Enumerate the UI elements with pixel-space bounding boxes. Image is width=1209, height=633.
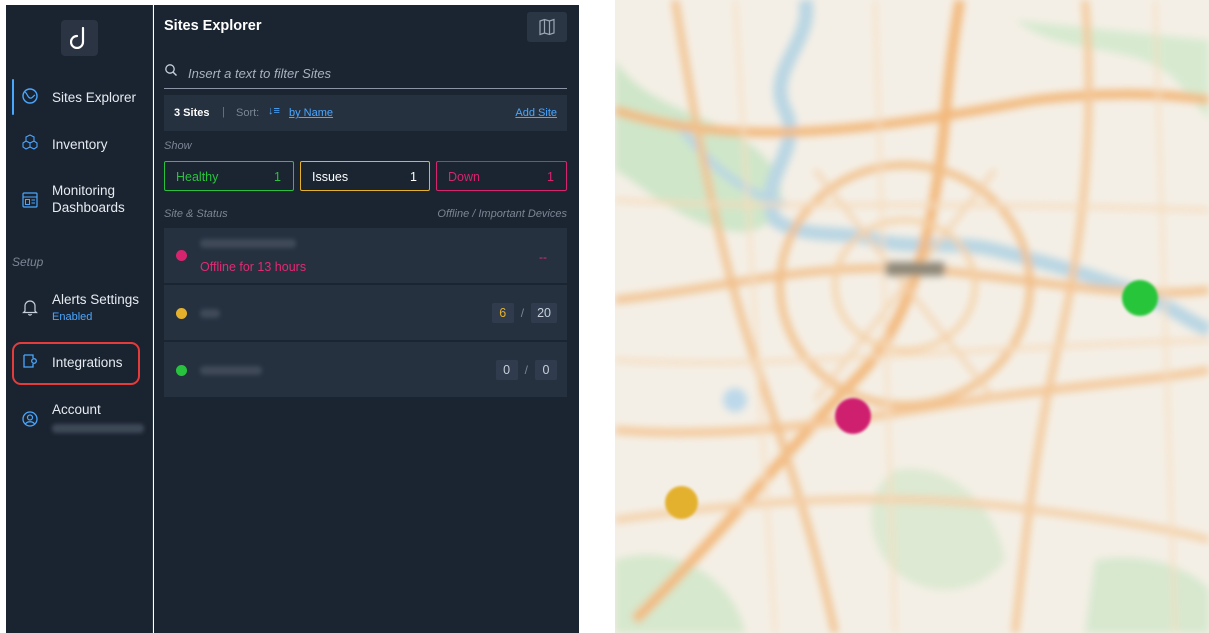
- column-header-devices: Offline / Important Devices: [437, 208, 567, 220]
- filter-label: Issues: [312, 170, 349, 184]
- account-label: Account: [52, 402, 101, 417]
- site-name-redacted: [200, 366, 262, 375]
- nav-item-integrations[interactable]: Integrations: [6, 352, 153, 372]
- account-name-redacted: [52, 424, 144, 433]
- nav-item-label: Inventory: [52, 137, 108, 152]
- logo-icon: [70, 27, 85, 49]
- nav-item-account[interactable]: Account: [6, 401, 153, 435]
- nav-item-label-line2: Dashboards: [52, 200, 125, 215]
- search-icon: [165, 64, 177, 76]
- show-label: Show: [164, 140, 192, 152]
- nav-item-alerts-settings[interactable]: Alerts Settings Enabled: [6, 291, 153, 325]
- sites-explorer-panel: Sites Explorer Insert a text to filter S…: [154, 5, 579, 633]
- status-dot-down: [176, 250, 187, 261]
- device-counts: 6 / 20: [491, 303, 557, 323]
- site-marker-down[interactable]: [835, 398, 871, 434]
- nav-item-monitoring-dashboards[interactable]: Monitoring Dashboards: [6, 182, 153, 218]
- filter-count: 1: [410, 170, 417, 184]
- add-site-link[interactable]: Add Site: [515, 107, 557, 119]
- left-nav: Sites Explorer Inventory Monitoring Dash…: [6, 5, 153, 633]
- site-status-text: Offline for 13 hours: [200, 260, 307, 274]
- filter-count: 1: [547, 170, 554, 184]
- cubes-icon: [22, 134, 38, 150]
- site-marker-issues[interactable]: [665, 486, 698, 519]
- device-counts: 0 / 0: [495, 360, 557, 380]
- site-marker-healthy[interactable]: [1122, 280, 1158, 316]
- toolbar-separator: |: [222, 106, 225, 118]
- site-name-redacted: [200, 239, 296, 248]
- nav-item-label: Account: [52, 401, 144, 437]
- important-device-count: 0: [535, 360, 557, 380]
- alerts-enabled-status: Enabled: [52, 311, 93, 323]
- map-background: [615, 0, 1209, 633]
- guide-button[interactable]: [527, 12, 567, 42]
- nav-item-label: Integrations: [52, 355, 123, 370]
- sort-by-name-link[interactable]: by Name: [289, 107, 333, 119]
- app-logo[interactable]: [61, 20, 98, 56]
- site-row[interactable]: 6 / 20: [164, 285, 567, 341]
- devices-unavailable: --: [539, 250, 547, 264]
- nav-item-label: Alerts Settings Enabled: [52, 291, 139, 326]
- filter-label: Down: [448, 170, 480, 184]
- nav-item-label: Sites Explorer: [52, 90, 137, 105]
- sites-map[interactable]: [579, 0, 1209, 633]
- filter-label: Healthy: [176, 170, 219, 184]
- site-name-redacted: [200, 309, 220, 318]
- site-count: 3 Sites: [174, 107, 210, 119]
- site-row[interactable]: Offline for 13 hours --: [164, 228, 567, 284]
- filter-healthy-button[interactable]: Healthy 1: [164, 161, 294, 191]
- filter-down-button[interactable]: Down 1: [436, 161, 567, 191]
- offline-device-count: 6: [491, 303, 514, 323]
- device-count-separator: /: [520, 306, 525, 320]
- sort-label: Sort:: [236, 107, 260, 119]
- active-indicator: [12, 79, 14, 115]
- device-count-separator: /: [524, 363, 528, 377]
- bell-icon: [22, 300, 38, 316]
- nav-item-label: Monitoring Dashboards: [52, 182, 125, 216]
- filter-count: 1: [274, 170, 281, 184]
- important-device-count: 20: [531, 303, 557, 323]
- column-header-site-status: Site & Status: [164, 208, 228, 220]
- search-input[interactable]: Insert a text to filter Sites: [188, 66, 331, 81]
- dashboard-icon: [22, 192, 38, 208]
- site-row[interactable]: 0 / 0: [164, 342, 567, 398]
- user-circle-icon: [22, 411, 38, 427]
- sort-direction-icon[interactable]: ↓≡: [268, 105, 280, 117]
- sites-toolbar: 3 Sites | Sort: ↓≡ by Name Add Site: [164, 95, 567, 131]
- offline-device-count: 0: [495, 360, 518, 380]
- status-dot-issues: [176, 308, 187, 319]
- nav-item-inventory[interactable]: Inventory: [6, 134, 153, 154]
- page-title: Sites Explorer: [164, 18, 262, 34]
- map-book-icon: [539, 18, 555, 36]
- site-filter-search[interactable]: Insert a text to filter Sites: [164, 57, 567, 89]
- nav-item-sites-explorer[interactable]: Sites Explorer: [6, 79, 153, 115]
- filter-issues-button[interactable]: Issues 1: [300, 161, 430, 191]
- plug-icon: [23, 354, 37, 368]
- alerts-settings-label: Alerts Settings: [52, 292, 140, 307]
- status-dot-healthy: [176, 365, 187, 376]
- setup-section-label: Setup: [12, 255, 44, 269]
- nav-item-label-line1: Monitoring: [52, 183, 116, 198]
- globe-icon: [22, 88, 38, 104]
